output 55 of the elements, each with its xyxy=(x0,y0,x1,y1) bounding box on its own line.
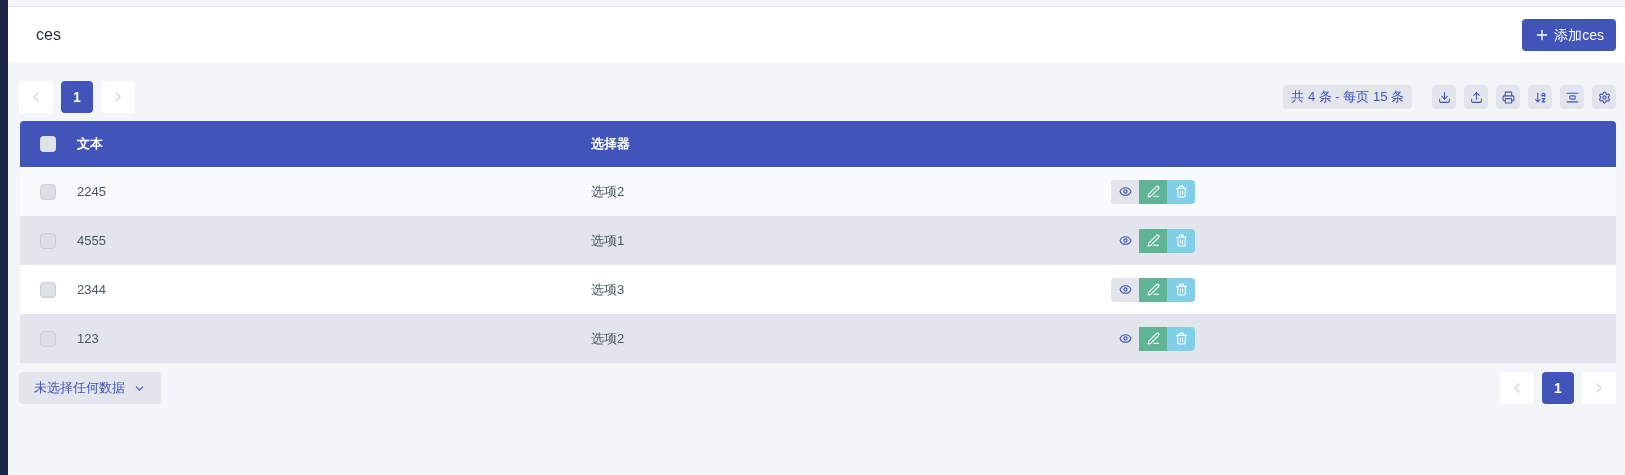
table-cell: 123 xyxy=(77,330,99,346)
column-header: 文本 xyxy=(77,136,103,152)
table-cell: 选项1 xyxy=(591,232,625,248)
upload-icon xyxy=(1469,90,1483,104)
delete-button[interactable] xyxy=(1167,179,1195,204)
upload-button[interactable] xyxy=(1464,85,1488,109)
eye-icon xyxy=(1118,332,1132,345)
add-button[interactable]: 添加ces xyxy=(1522,19,1616,51)
row-height-button[interactable] xyxy=(1560,85,1584,109)
table-cell: 选项2 xyxy=(591,183,625,199)
eye-icon xyxy=(1118,283,1132,296)
edit-button[interactable] xyxy=(1139,228,1167,253)
trash-icon xyxy=(1174,234,1188,247)
page-button[interactable]: 1 xyxy=(1542,372,1574,404)
edit-button[interactable] xyxy=(1139,326,1167,351)
table-cell: 2344 xyxy=(77,281,106,297)
delete-button[interactable] xyxy=(1167,277,1195,302)
search-field[interactable]: ces xyxy=(28,19,628,51)
table-cell: 2245 xyxy=(77,183,106,199)
trash-icon xyxy=(1174,185,1188,198)
record-summary: 共 4 条 - 每页 15 条 xyxy=(1283,85,1412,109)
print-button[interactable] xyxy=(1496,85,1520,109)
pencil-icon xyxy=(1146,234,1160,247)
trash-icon xyxy=(1174,283,1188,296)
view-button[interactable] xyxy=(1111,277,1139,302)
row-checkbox[interactable] xyxy=(39,281,56,298)
row-checkbox[interactable] xyxy=(39,330,56,347)
download-icon xyxy=(1437,90,1451,104)
eye-icon xyxy=(1118,185,1132,198)
printer-icon xyxy=(1501,90,1515,104)
table-cell: 选项3 xyxy=(591,281,625,297)
delete-button[interactable] xyxy=(1167,228,1195,253)
trash-icon xyxy=(1174,332,1188,345)
edit-button[interactable] xyxy=(1139,179,1167,204)
select-all-checkbox[interactable] xyxy=(39,136,56,152)
table-cell: 4555 xyxy=(77,232,106,248)
row-checkbox[interactable] xyxy=(39,232,56,249)
settings-icon xyxy=(1597,90,1611,104)
eye-icon xyxy=(1118,234,1132,247)
sort-icon xyxy=(1533,90,1547,104)
row-height-icon xyxy=(1565,90,1579,104)
sort-button[interactable] xyxy=(1528,85,1552,109)
pencil-icon xyxy=(1146,185,1160,198)
settings-button[interactable] xyxy=(1592,85,1616,109)
row-checkbox[interactable] xyxy=(39,183,56,200)
edit-button[interactable] xyxy=(1139,277,1167,302)
pencil-icon xyxy=(1146,332,1160,345)
download-button[interactable] xyxy=(1432,85,1456,109)
delete-button[interactable] xyxy=(1167,326,1195,351)
table-cell: 选项2 xyxy=(591,330,625,346)
view-button[interactable] xyxy=(1111,179,1139,204)
pencil-icon xyxy=(1146,283,1160,296)
column-header: 选择器 xyxy=(591,136,630,152)
selection-dropdown[interactable]: 未选择任何数据 xyxy=(19,372,161,404)
page-button[interactable]: 1 xyxy=(61,81,93,113)
